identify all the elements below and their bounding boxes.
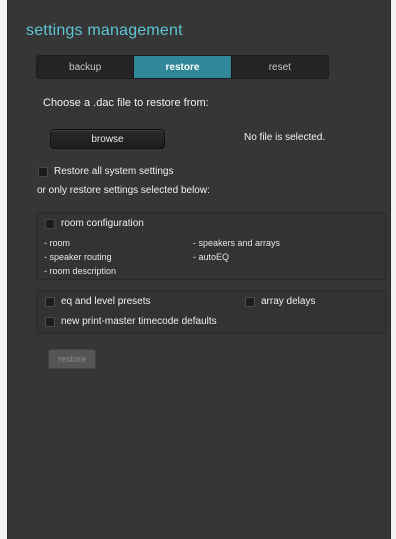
list-item: - room description xyxy=(44,266,117,276)
array-delays-label: array delays xyxy=(261,296,316,307)
array-delays-checkbox[interactable] xyxy=(245,296,255,307)
presets-group: eq and level presets array delays new pr… xyxy=(36,290,386,334)
timecode-row: new print-master timecode defaults xyxy=(45,316,217,327)
file-status-text: No file is selected. xyxy=(244,132,326,143)
page-title: settings management xyxy=(26,22,183,39)
file-prompt: Choose a .dac file to restore from: xyxy=(43,97,209,109)
browse-button[interactable]: browse xyxy=(50,129,165,149)
list-item: - room xyxy=(44,238,71,248)
tab-restore[interactable]: restore xyxy=(134,56,232,78)
list-item: - speaker routing xyxy=(44,252,112,262)
list-item: - speakers and arrays xyxy=(193,238,281,248)
restore-all-checkbox[interactable] xyxy=(38,166,48,177)
tab-backup[interactable]: backup xyxy=(37,56,135,78)
restore-all-row: Restore all system settings xyxy=(38,166,174,177)
room-config-checkbox[interactable] xyxy=(45,218,55,229)
array-delays-row: array delays xyxy=(245,296,315,307)
timecode-label: new print-master timecode defaults xyxy=(61,316,217,327)
timecode-checkbox[interactable] xyxy=(45,316,55,327)
eq-presets-checkbox[interactable] xyxy=(45,296,55,307)
eq-presets-row: eq and level presets xyxy=(45,296,151,307)
tab-reset[interactable]: reset xyxy=(232,56,328,78)
settings-panel: settings management backup restore reset… xyxy=(7,0,391,539)
room-config-label: room configuration xyxy=(61,218,144,229)
selective-restore-label: or only restore settings selected below: xyxy=(37,185,210,196)
room-config-group: room configuration - room - speaker rout… xyxy=(36,212,386,280)
restore-all-label: Restore all system settings xyxy=(54,166,174,177)
eq-presets-label: eq and level presets xyxy=(61,296,151,307)
list-item: - autoEQ xyxy=(193,252,230,262)
restore-button[interactable]: restore xyxy=(48,349,96,369)
room-config-row: room configuration xyxy=(45,218,144,229)
tab-bar: backup restore reset xyxy=(36,55,329,79)
